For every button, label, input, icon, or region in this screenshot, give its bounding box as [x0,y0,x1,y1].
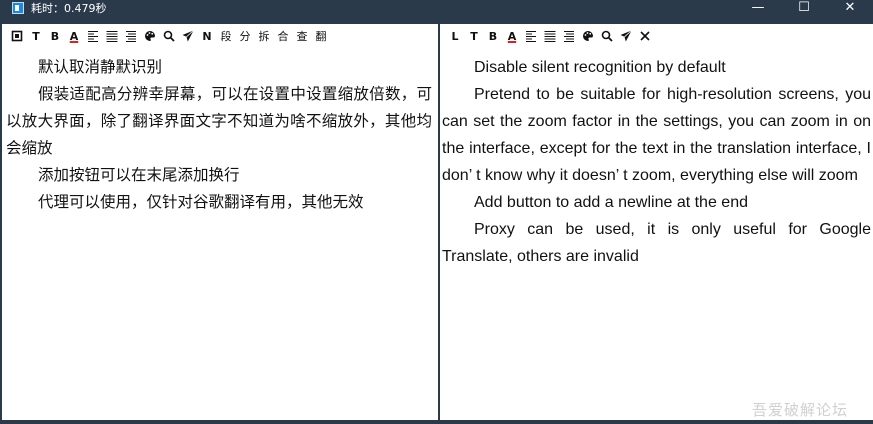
translation-paragraph: Disable silent recognition by default [474,59,726,76]
l-button[interactable]: L [446,26,464,46]
duan-button[interactable]: 段 [217,26,235,46]
source-text-area[interactable]: 默认取消静默识别假装适配高分辨幸屏幕，可以在设置中设置缩放倍数，可以放大界面，除… [2,54,438,420]
chai-button[interactable]: 拆 [255,26,273,46]
translation-paragraph: Add button to add a newline at the end [474,194,748,211]
close-icon[interactable] [636,26,654,46]
he-button[interactable]: 合 [274,26,292,46]
bold-button[interactable]: B [46,26,64,46]
font-color-button[interactable]: A [65,26,83,46]
align-justify-icon[interactable] [103,26,121,46]
square-icon[interactable] [8,26,26,46]
translation-paragraph: Proxy can be used, it is only useful for… [442,221,871,265]
cha-button[interactable]: 查 [293,26,311,46]
palette-icon[interactable] [141,26,159,46]
bold-button[interactable]: B [484,26,502,46]
source-toolbar: TBA N段分拆合查翻 [2,24,438,48]
watermark: 吾爱破解论坛 [752,401,849,419]
align-justify-icon[interactable] [541,26,559,46]
send-icon[interactable] [617,26,635,46]
align-right-icon[interactable] [560,26,578,46]
source-paragraph: 代理可以使用，仅针对谷歌翻译有用，其他无效 [38,193,364,211]
font-color-button[interactable]: A [503,26,521,46]
minimize-button[interactable]: — [735,0,781,17]
align-left-icon[interactable] [522,26,540,46]
text-t-button[interactable]: T [465,26,483,46]
n-button[interactable]: N [198,26,216,46]
translation-paragraph: Pretend to be suitable for high-resoluti… [442,86,871,184]
close-window-button[interactable]: ✕ [827,0,873,17]
search-icon[interactable] [598,26,616,46]
source-pane: TBA N段分拆合查翻 默认取消静默识别假装适配高分辨幸屏幕，可以在设置中设置缩放… [2,24,438,420]
align-right-icon[interactable] [122,26,140,46]
fan-button[interactable]: 翻 [312,26,330,46]
fen-button[interactable]: 分 [236,26,254,46]
title-bar: 耗时：0.479秒 — ☐ ✕ [0,0,873,17]
maximize-button[interactable]: ☐ [781,0,827,17]
source-paragraph: 添加按钮可以在末尾添加换行 [38,166,240,184]
app-icon [12,2,24,14]
window-title: 耗时：0.479秒 [31,2,107,15]
send-icon[interactable] [179,26,197,46]
translation-toolbar: LTBA [440,24,873,48]
align-left-icon[interactable] [84,26,102,46]
palette-icon[interactable] [579,26,597,46]
translation-text-area[interactable]: Disable silent recognition by default Pre… [440,54,873,420]
source-paragraph: 默认取消静默识别 [38,58,163,76]
translation-pane: LTBA Disable silent recognition by defau… [440,24,873,420]
text-t-button[interactable]: T [27,26,45,46]
search-icon[interactable] [160,26,178,46]
source-paragraph: 假装适配高分辨幸屏幕，可以在设置中设置缩放倍数，可以放大界面，除了翻译界面文字不… [6,85,432,157]
